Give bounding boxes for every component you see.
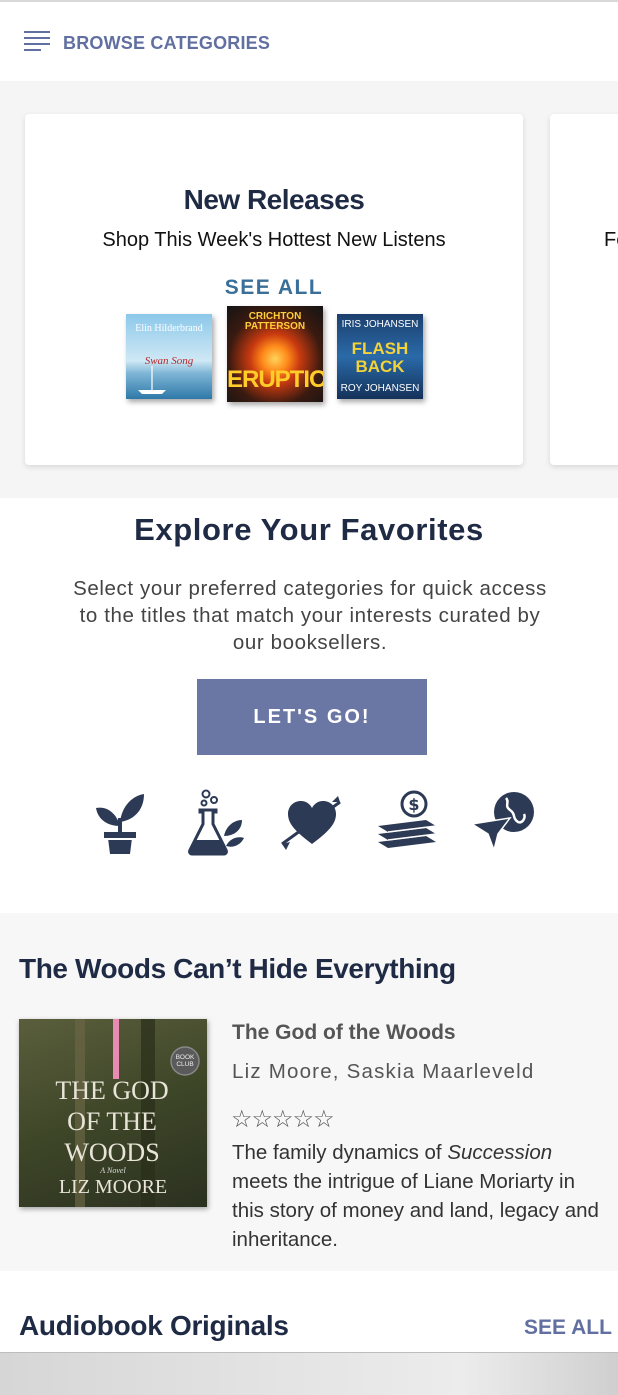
cover-author: Elin Hilderbrand bbox=[135, 323, 203, 334]
money-books-icon[interactable]: $ bbox=[374, 788, 442, 856]
cover-subtitle: A Novel bbox=[100, 1166, 126, 1175]
book-description: The family dynamics of Succession meets … bbox=[232, 1138, 602, 1254]
browse-categories-label[interactable]: BROWSE CATEGORIES bbox=[63, 33, 270, 54]
promo-carousel[interactable]: New Releases Shop This Week's Hottest Ne… bbox=[0, 81, 618, 498]
book-cover-swan-song[interactable]: Elin Hilderbrand Swan Song bbox=[126, 314, 212, 399]
lets-go-button[interactable]: LET'S GO! bbox=[197, 679, 427, 755]
book-title[interactable]: The God of the Woods bbox=[232, 1021, 456, 1045]
originals-see-all-link[interactable]: SEE ALL bbox=[524, 1316, 612, 1340]
cover-author: LIZ MOORE bbox=[58, 1176, 168, 1198]
cover-author-bottom: ROY JOHANSEN bbox=[340, 383, 420, 394]
featured-heading[interactable]: The Woods Can’t Hide Everything bbox=[19, 953, 456, 985]
browse-categories-bar[interactable]: BROWSE CATEGORIES bbox=[0, 2, 618, 81]
cover-badge: BOOK CLUB bbox=[175, 1054, 195, 1068]
carousel-card-next[interactable]: Fe bbox=[550, 114, 618, 465]
explore-title: Explore Your Favorites bbox=[134, 512, 484, 547]
svg-text:$: $ bbox=[408, 795, 419, 814]
cover-title: THE GOD OF THE WOODS bbox=[55, 1076, 169, 1167]
featured-section: The Woods Can’t Hide Everything BOOK CLU… bbox=[0, 913, 618, 1271]
explore-description: Select your preferred categories for qui… bbox=[73, 577, 547, 654]
hamburger-icon[interactable] bbox=[24, 30, 50, 52]
science-flask-icon[interactable] bbox=[182, 788, 250, 856]
cover-author-top: IRIS JOHANSEN bbox=[341, 319, 419, 330]
originals-heading: Audiobook Originals bbox=[19, 1310, 289, 1341]
book-cover-flash-back[interactable]: IRIS JOHANSEN FLASH BACK ROY JOHANSEN bbox=[337, 314, 423, 399]
bottom-browser-bar bbox=[0, 1352, 618, 1395]
travel-globe-icon[interactable] bbox=[470, 788, 538, 856]
sailboat-icon bbox=[138, 366, 166, 394]
desc-italic: Succession bbox=[447, 1141, 553, 1164]
carousel-card-new-releases[interactable]: New Releases Shop This Week's Hottest Ne… bbox=[25, 114, 523, 465]
see-all-link[interactable]: SEE ALL bbox=[25, 276, 523, 300]
cover-authors: CRICHTON PATTERSON bbox=[244, 311, 306, 332]
heart-arrow-icon[interactable] bbox=[278, 788, 346, 856]
card-subtitle-partial: Fe bbox=[604, 229, 618, 251]
cover-title: ERUPTION bbox=[227, 366, 323, 393]
book-cover-eruption[interactable]: CRICHTON PATTERSON ERUPTION bbox=[227, 306, 323, 402]
book-authors[interactable]: Liz Moore, Saskia Maarleveld bbox=[232, 1060, 535, 1084]
book-cover-god-of-the-woods[interactable]: BOOK CLUB THE GOD OF THE WOODS A Novel L… bbox=[19, 1019, 207, 1207]
card-title: New Releases bbox=[183, 184, 365, 215]
card-subtitle: Shop This Week's Hottest New Listens bbox=[102, 229, 446, 251]
desc-text-rest: meets the intrigue of Liane Moriarty in … bbox=[232, 1170, 599, 1251]
plant-icon[interactable] bbox=[86, 788, 154, 856]
star-rating: ☆☆☆☆☆ bbox=[231, 1106, 335, 1133]
cover-title: FLASH BACK bbox=[351, 339, 409, 376]
desc-text: The family dynamics of bbox=[232, 1141, 448, 1164]
